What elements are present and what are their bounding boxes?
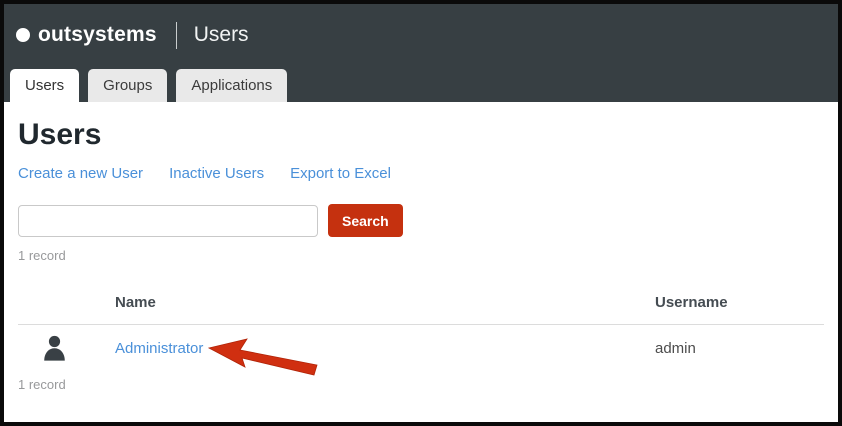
- user-icon-cell: [18, 335, 115, 362]
- name-cell: Administrator: [115, 340, 655, 358]
- brand-name: outsystems: [38, 23, 157, 46]
- top-header: outsystems Users Users Groups Applicatio…: [0, 0, 842, 102]
- tab-applications[interactable]: Applications: [176, 69, 288, 102]
- users-table: Name Username Administrator admin: [18, 277, 824, 362]
- inactive-users-link[interactable]: Inactive Users: [169, 165, 264, 182]
- record-count-top: 1 record: [18, 248, 66, 263]
- administrator-link[interactable]: Administrator: [115, 340, 203, 357]
- create-new-user-link[interactable]: Create a new User: [18, 165, 143, 182]
- brand-row: outsystems Users: [0, 0, 842, 70]
- app-window: outsystems Users Users Groups Applicatio…: [0, 0, 842, 426]
- tab-users[interactable]: Users: [10, 69, 80, 102]
- column-header-username: Username: [655, 294, 728, 311]
- main-content: Users Create a new User Inactive Users E…: [0, 102, 842, 426]
- app-title: Users: [193, 23, 249, 46]
- tab-groups[interactable]: Groups: [88, 69, 168, 102]
- page-title: Users: [18, 118, 102, 151]
- table-row: Administrator admin: [18, 325, 824, 362]
- tab-bar: Users Groups Applications: [0, 69, 842, 102]
- brand-separator: [175, 21, 177, 49]
- search-button[interactable]: Search: [328, 204, 403, 237]
- export-to-excel-link[interactable]: Export to Excel: [290, 165, 391, 182]
- user-silhouette-icon: [44, 335, 65, 361]
- username-cell: admin: [655, 340, 696, 357]
- column-header-name: Name: [115, 294, 156, 311]
- table-header-row: Name Username: [18, 277, 824, 324]
- search-input[interactable]: [18, 204, 318, 237]
- toolbar-links: Create a new User Inactive Users Export …: [18, 165, 824, 182]
- record-count-bottom: 1 record: [18, 377, 66, 392]
- outsystems-logo-icon: [16, 28, 30, 42]
- search-row: Search: [18, 204, 824, 237]
